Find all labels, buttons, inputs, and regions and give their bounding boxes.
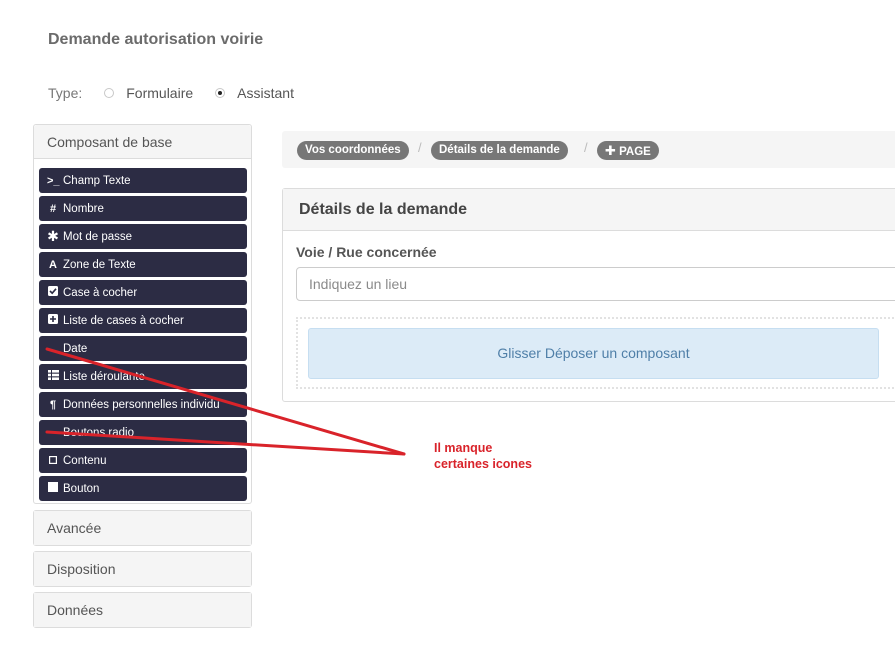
add-page-label: PAGE bbox=[619, 146, 651, 158]
panel-donnees[interactable]: Données bbox=[33, 592, 252, 628]
voie-input[interactable] bbox=[296, 267, 895, 301]
radio-assistant[interactable] bbox=[215, 88, 226, 98]
component-liste-deroulante[interactable]: Liste déroulante bbox=[39, 364, 247, 389]
panel-composant-de-base-title[interactable]: Composant de base bbox=[34, 125, 251, 159]
wizard-breadcrumb: Vos coordonnées / Détails de la demande … bbox=[282, 131, 895, 168]
component-label: Liste déroulante bbox=[63, 370, 145, 383]
drop-zone-message: Glisser Déposer un composant bbox=[308, 328, 879, 379]
square-outline-icon bbox=[47, 455, 59, 467]
component-champ-texte[interactable]: >_ Champ Texte bbox=[39, 168, 247, 193]
component-label: Champ Texte bbox=[63, 174, 131, 187]
component-label: Nombre bbox=[63, 202, 104, 215]
type-selector: Type: Formulaire Assistant bbox=[48, 84, 294, 102]
component-label: Date bbox=[63, 342, 88, 355]
crumb-details-demande[interactable]: Détails de la demande bbox=[431, 141, 568, 160]
component-list: >_ Champ Texte # Nombre ✱ Mot de passe A… bbox=[39, 168, 247, 504]
paragraph-icon: ¶ bbox=[49, 398, 57, 411]
component-zone-de-texte[interactable]: A Zone de Texte bbox=[39, 252, 247, 277]
component-nombre[interactable]: # Nombre bbox=[39, 196, 247, 221]
crumb-separator: / bbox=[584, 140, 588, 155]
field-label-voie: Voie / Rue concernée bbox=[296, 244, 437, 260]
panel-avancee[interactable]: Avancée bbox=[33, 510, 252, 546]
check-square-icon bbox=[47, 286, 59, 299]
add-page-button[interactable]: ✚ PAGE bbox=[597, 141, 659, 160]
crumb-separator: / bbox=[418, 140, 422, 155]
component-label: Zone de Texte bbox=[63, 258, 136, 271]
radio-assistant-label[interactable]: Assistant bbox=[237, 85, 294, 101]
component-donnees-personnelles[interactable]: ¶ Données personnelles individu bbox=[39, 392, 247, 417]
component-mot-de-passe[interactable]: ✱ Mot de passe bbox=[39, 224, 247, 249]
stop-icon bbox=[47, 482, 59, 495]
page-title: Détails de la demande bbox=[283, 189, 895, 231]
form-title: Demande autorisation voirie bbox=[48, 31, 264, 48]
font-icon: A bbox=[49, 258, 57, 271]
plus-icon: ✚ bbox=[605, 143, 616, 158]
annotation-line-1: Il manque bbox=[434, 441, 493, 455]
component-label: Liste de cases à cocher bbox=[63, 314, 184, 327]
panel-composant-de-base: Composant de base >_ Champ Texte # Nombr… bbox=[33, 124, 252, 504]
drop-zone[interactable]: Glisser Déposer un composant bbox=[296, 317, 895, 389]
th-list-icon bbox=[47, 370, 59, 383]
terminal-icon: >_ bbox=[47, 174, 60, 187]
component-label: Bouton bbox=[63, 482, 100, 495]
component-label: Contenu bbox=[63, 454, 107, 467]
component-label: Boutons radio bbox=[63, 426, 134, 439]
page-panel: Détails de la demande Voie / Rue concern… bbox=[282, 188, 895, 402]
annotation-line-2: certaines icones bbox=[434, 457, 532, 471]
component-bouton[interactable]: Bouton bbox=[39, 476, 247, 501]
type-label: Type: bbox=[48, 85, 83, 101]
component-label: Données personnelles individu bbox=[63, 398, 220, 411]
radio-formulaire[interactable] bbox=[104, 88, 115, 98]
annotation-note: Il manque certaines icones bbox=[434, 440, 532, 472]
component-date[interactable]: Date bbox=[39, 336, 247, 361]
plus-square-icon bbox=[47, 314, 59, 327]
component-label: Mot de passe bbox=[63, 230, 133, 243]
panel-disposition[interactable]: Disposition bbox=[33, 551, 252, 587]
component-liste-cases-a-cocher[interactable]: Liste de cases à cocher bbox=[39, 308, 247, 333]
component-label: Case à cocher bbox=[63, 286, 138, 299]
component-case-a-cocher[interactable]: Case à cocher bbox=[39, 280, 247, 305]
asterisk-icon: ✱ bbox=[47, 228, 59, 244]
radio-formulaire-label[interactable]: Formulaire bbox=[126, 85, 193, 101]
component-contenu[interactable]: Contenu bbox=[39, 448, 247, 473]
crumb-vos-coordonnees[interactable]: Vos coordonnées bbox=[297, 141, 409, 160]
component-boutons-radio[interactable]: Boutons radio bbox=[39, 420, 247, 445]
panel-disposition-title[interactable]: Disposition bbox=[34, 552, 251, 586]
hash-icon: # bbox=[49, 202, 57, 215]
panel-avancee-title[interactable]: Avancée bbox=[34, 511, 251, 545]
panel-donnees-title[interactable]: Données bbox=[34, 593, 251, 627]
